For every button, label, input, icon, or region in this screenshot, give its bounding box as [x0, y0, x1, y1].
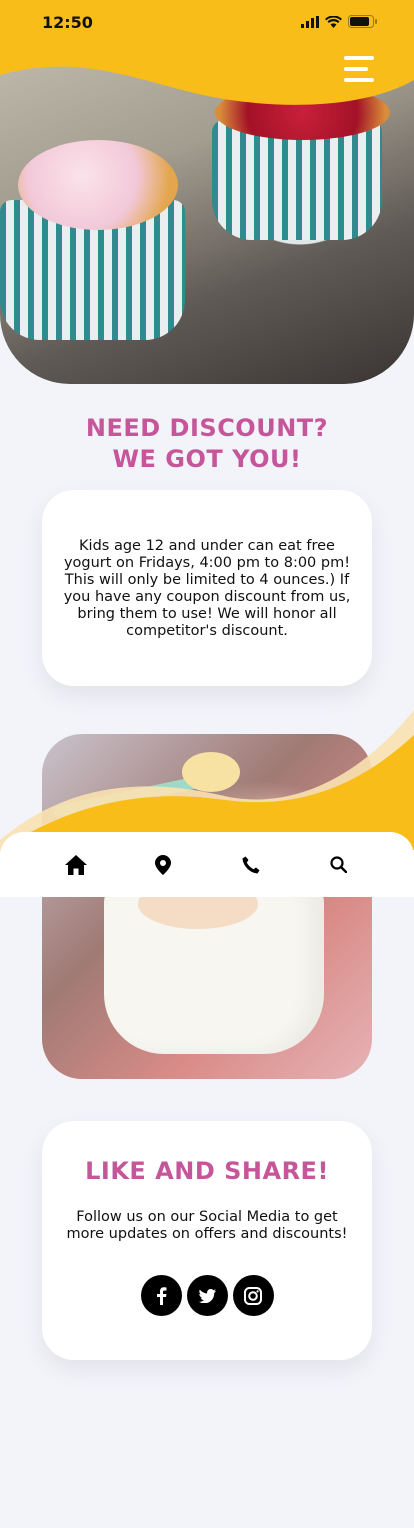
home-icon [64, 854, 87, 875]
menu-line [344, 78, 374, 82]
location-pin-icon [155, 854, 172, 875]
discount-card: Kids age 12 and under can eat free yogur… [42, 490, 372, 686]
search-icon [330, 856, 347, 873]
toppings-left [18, 140, 178, 230]
share-card: LIKE AND SHARE! Follow us on our Social … [42, 1121, 372, 1360]
nav-search[interactable] [318, 845, 358, 885]
menu-line [344, 67, 368, 71]
nav-location[interactable] [143, 845, 183, 885]
signal-icon [301, 15, 319, 28]
status-time: 12:50 [42, 13, 93, 32]
social-links [60, 1275, 354, 1316]
yellow-wave [0, 710, 414, 850]
share-title: LIKE AND SHARE! [85, 1157, 329, 1185]
instagram-button[interactable] [232, 1275, 274, 1316]
battery-icon [348, 15, 377, 28]
nav-home[interactable] [56, 845, 96, 885]
facebook-button[interactable] [140, 1275, 182, 1316]
menu-icon[interactable] [344, 56, 374, 82]
menu-line [344, 56, 374, 60]
discount-title-line2: WE GOT YOU! [112, 445, 302, 473]
twitter-icon [198, 1288, 216, 1303]
discount-text: Kids age 12 and under can eat free yogur… [63, 538, 351, 639]
wifi-icon [325, 15, 342, 28]
bottom-nav [0, 832, 414, 897]
discount-title-line1: NEED DISCOUNT? [85, 414, 329, 442]
twitter-button[interactable] [186, 1275, 228, 1316]
nav-phone[interactable] [231, 845, 271, 885]
phone-icon [242, 856, 260, 873]
status-icons [301, 15, 378, 28]
status-bar: 12:50 [0, 0, 414, 46]
facebook-icon [156, 1286, 166, 1305]
instagram-icon [244, 1286, 262, 1305]
discount-title: NEED DISCOUNT? WE GOT YOU! [0, 413, 414, 475]
share-text: Follow us on our Social Media to get mor… [66, 1209, 348, 1242]
